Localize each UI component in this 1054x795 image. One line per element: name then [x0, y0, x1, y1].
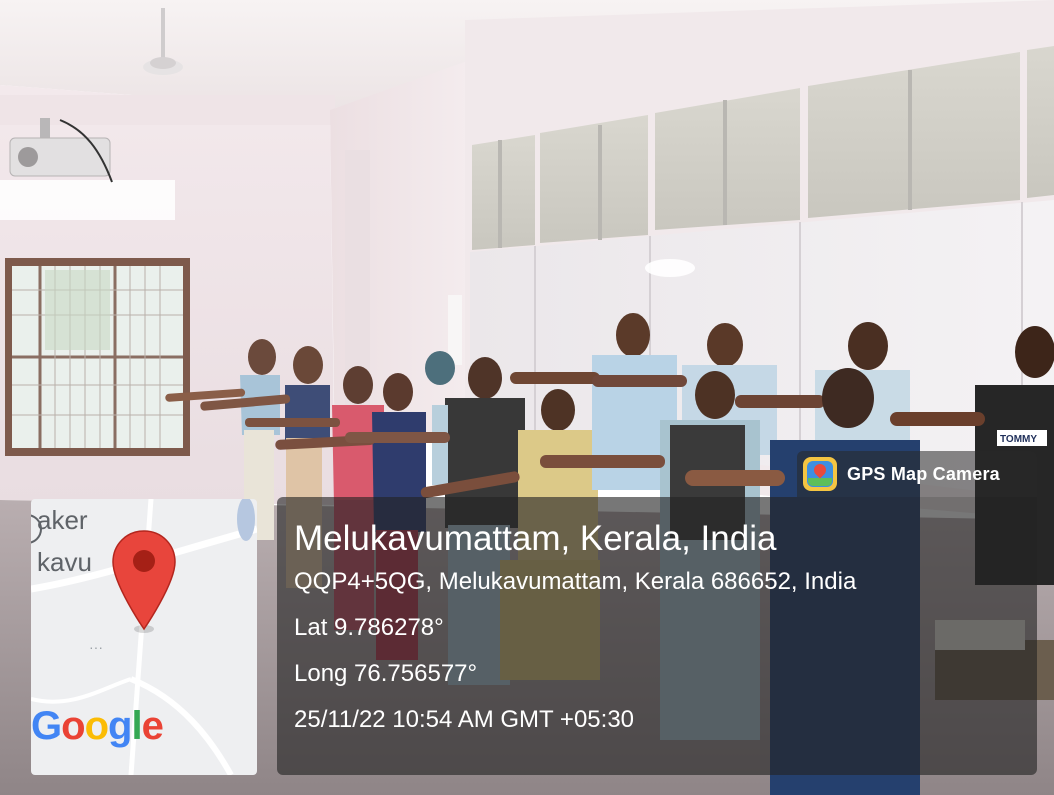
location-panel: Melukavumattam, Kerala, India QQP4+5QG, … — [277, 497, 1037, 775]
timestamp: 25/11/22 10:54 AM GMT +05:30 — [294, 706, 635, 733]
map-pin-icon — [112, 530, 176, 633]
google-logo: Google — [31, 704, 164, 748]
map-dots: ··· — [89, 639, 103, 655]
gps-map-camera-icon — [803, 457, 837, 491]
map-place-label-1: aker — [37, 505, 88, 535]
latitude: Lat 9.786278° — [294, 614, 444, 641]
location-title: Melukavumattam, Kerala, India — [294, 519, 777, 558]
longitude: Long 76.756577° — [294, 660, 478, 687]
location-address: QQP4+5QG, Melukavumattam, Kerala 686652,… — [294, 568, 857, 595]
photo: TOMMY GPS Map Camera Melukavumattam, Ker… — [0, 0, 1054, 795]
gps-map-camera-badge: GPS Map Camera — [797, 451, 1037, 497]
map-thumbnail: aker kavu ··· Google — [31, 499, 257, 775]
gps-map-camera-label: GPS Map Camera — [847, 463, 1000, 484]
shirt-text: TOMMY — [1000, 434, 1037, 445]
map-place-label-2: kavu — [37, 547, 92, 577]
